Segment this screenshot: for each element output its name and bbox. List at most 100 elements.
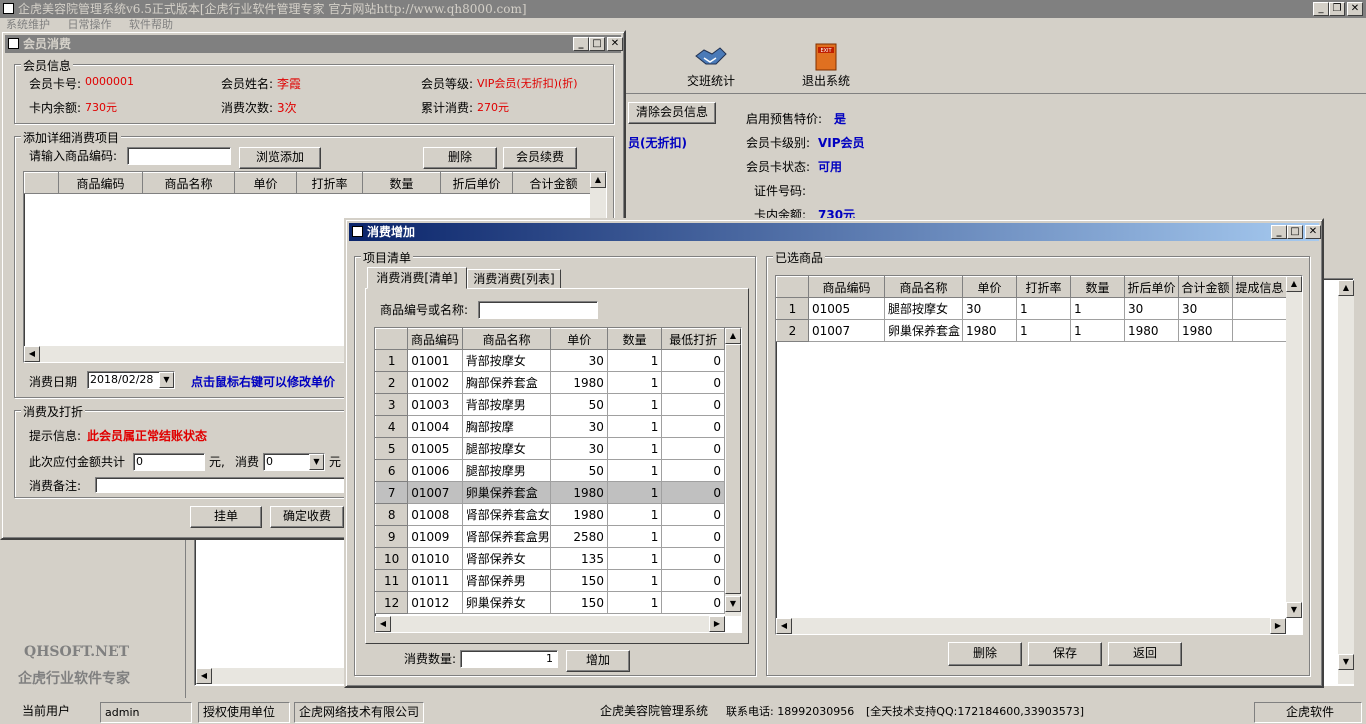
scroll-right-icon[interactable]: ▶ [709, 616, 725, 632]
column-header[interactable]: 打折率 [296, 172, 363, 194]
browse-add-button[interactable]: 浏览添加 [239, 147, 321, 169]
selected-hscroll[interactable]: ◀ ▶ [776, 618, 1286, 634]
scroll-down-icon[interactable]: ▼ [1286, 602, 1302, 618]
scroll-thumb[interactable] [725, 344, 741, 594]
table-row[interactable]: 4 01004 胸部按摩 30 1 0 [375, 415, 725, 438]
table-row[interactable]: 11 01011 肾部保养男 150 1 0 [375, 569, 725, 592]
minimize-button[interactable]: _ [573, 37, 589, 51]
background-list-vscroll[interactable]: ▲ ▼ [1338, 280, 1354, 684]
table-row[interactable]: 5 01005 腿部按摩女 30 1 0 [375, 437, 725, 460]
table-row[interactable]: 2 01002 胸部保养套盒 1980 1 0 [375, 371, 725, 394]
table-row[interactable]: 12 01012 卵巢保养女 150 1 0 [375, 591, 725, 614]
product-hscroll[interactable]: ◀ ▶ [375, 616, 725, 632]
restore-button[interactable]: ❐ [1329, 2, 1345, 16]
table-row[interactable]: 1 01005 腿部按摩女 30 1 1 30 30 [776, 297, 1287, 320]
scroll-right-icon[interactable]: ▶ [1270, 618, 1286, 634]
back-button[interactable]: 返回 [1108, 642, 1182, 666]
table-row[interactable]: 3 01003 背部按摩男 50 1 0 [375, 393, 725, 416]
minimize-button[interactable]: _ [1271, 225, 1287, 239]
column-header[interactable]: 商品编码 [58, 172, 143, 194]
scroll-up-icon[interactable]: ▲ [590, 172, 606, 188]
exit-tool[interactable]: EXIT 退出系统 [776, 42, 876, 92]
scroll-left-icon[interactable]: ◀ [776, 618, 792, 634]
background-list-hscroll[interactable]: ◀ [196, 668, 346, 684]
cell-qty: 1 [606, 349, 663, 372]
product-vscroll[interactable]: ▲ ▼ [725, 328, 741, 616]
selected-grid[interactable]: 商品编码 商品名称 单价 打折率 数量 折后单价 合计金额 提成信息 1 0100… [775, 275, 1303, 635]
member-dialog-title: 会员消费 [23, 37, 72, 51]
cell-code: 01003 [407, 393, 463, 416]
scroll-left-icon[interactable]: ◀ [375, 616, 391, 632]
close-button[interactable]: ✕ [1305, 225, 1321, 239]
scroll-up-icon[interactable]: ▲ [1338, 280, 1354, 296]
cell-code: 01012 [407, 591, 463, 614]
date-value: 2018/02/28 [90, 373, 154, 386]
column-header[interactable]: 商品名称 [884, 276, 963, 298]
column-header[interactable]: 折后单价 [440, 172, 513, 194]
column-header[interactable]: 提成信息 [1232, 276, 1287, 298]
current-user-label: 当前用户 [22, 704, 71, 718]
column-header[interactable]: 打折率 [1016, 276, 1071, 298]
product-grid[interactable]: 商品编码 商品名称 单价 数量 最低打折 1 01001 背部按摩女 30 1 0 2 010… [374, 327, 742, 633]
consume-select[interactable]: 0 ▼ [263, 453, 325, 471]
renew-button[interactable]: 会员续费 [503, 147, 577, 169]
close-button[interactable]: ✕ [607, 37, 623, 51]
save-button[interactable]: 保存 [1028, 642, 1102, 666]
maximize-button[interactable]: □ [1287, 225, 1303, 239]
table-row[interactable]: 10 01010 肾部保养女 135 1 0 [375, 547, 725, 570]
column-header[interactable]: 数量 [606, 328, 663, 350]
search-input[interactable] [478, 301, 598, 319]
tab-table-view[interactable]: 消费消费[列表] [467, 269, 561, 289]
scroll-left-icon[interactable]: ◀ [24, 346, 40, 362]
table-row[interactable]: 1 01001 背部按摩女 30 1 0 [375, 349, 725, 372]
amount-due-field[interactable]: 0 [133, 453, 205, 471]
project-list-group: 项目清单 消费消费[清单] 消费消费[列表] 商品编号或名称: 商品编码 商品名… [354, 249, 756, 676]
product-code-input[interactable] [127, 147, 231, 165]
column-header[interactable]: 商品编码 [808, 276, 885, 298]
selected-vscroll[interactable]: ▲ ▼ [1286, 276, 1302, 618]
clear-member-button[interactable]: 清除会员信息 [628, 102, 716, 124]
column-header[interactable]: 折后单价 [1124, 276, 1179, 298]
add-button[interactable]: 增加 [566, 650, 630, 672]
column-header[interactable]: 最低打折 [661, 328, 725, 350]
column-header[interactable]: 数量 [362, 172, 441, 194]
cell-code: 01005 [808, 297, 885, 320]
cell-disc: 1 [1016, 297, 1071, 320]
table-row[interactable]: 9 01009 肾部保养套盒男 2580 1 0 [375, 525, 725, 548]
cell-price: 30 [550, 415, 608, 438]
card-balance-value: 730元 [85, 101, 117, 114]
column-header[interactable]: 合计金额 [1178, 276, 1233, 298]
maximize-button[interactable]: □ [589, 37, 605, 51]
scroll-left-icon[interactable]: ◀ [196, 668, 212, 684]
table-row[interactable]: 8 01008 肾部保养套盒女 1980 1 0 [375, 503, 725, 526]
chevron-down-icon[interactable]: ▼ [309, 454, 324, 470]
confirm-charge-button[interactable]: 确定收费 [270, 506, 344, 528]
column-header[interactable]: 单价 [550, 328, 608, 350]
date-picker[interactable]: 2018/02/28 ▼ [87, 371, 175, 389]
main-window-title: 企虎美容院管理系统v6.5正式版本[企虎行业软件管理专家 官方网站http://… [18, 2, 527, 16]
column-header[interactable]: 单价 [962, 276, 1017, 298]
cell-qty: 1 [606, 569, 663, 592]
column-header[interactable]: 单价 [234, 172, 297, 194]
qty-input[interactable]: 1 [460, 650, 558, 668]
table-row[interactable]: 2 01007 卵巢保养套盒 1980 1 1 1980 1980 [776, 319, 1287, 342]
scroll-down-icon[interactable]: ▼ [1338, 654, 1354, 670]
table-row[interactable]: 7 01007 卵巢保养套盒 1980 1 0 [375, 481, 725, 504]
delete-selected-button[interactable]: 删除 [948, 642, 1022, 666]
column-header[interactable]: 数量 [1070, 276, 1125, 298]
table-row[interactable]: 6 01006 腿部按摩男 50 1 0 [375, 459, 725, 482]
column-header[interactable]: 商品名称 [461, 328, 552, 350]
hang-order-button[interactable]: 挂单 [190, 506, 262, 528]
column-header[interactable]: 商品名称 [142, 172, 235, 194]
scroll-up-icon[interactable]: ▲ [725, 328, 741, 344]
scroll-down-icon[interactable]: ▼ [725, 596, 741, 612]
scroll-up-icon[interactable]: ▲ [1286, 276, 1302, 292]
chevron-down-icon[interactable]: ▼ [159, 372, 174, 388]
shift-stats-tool[interactable]: 交班统计 [656, 42, 766, 92]
minimize-button[interactable]: _ [1313, 2, 1329, 16]
delete-item-button[interactable]: 删除 [423, 147, 497, 169]
column-header[interactable]: 合计金额 [512, 172, 595, 194]
column-header[interactable]: 商品编码 [407, 328, 463, 350]
tab-list-view[interactable]: 消费消费[清单] [367, 267, 467, 289]
close-button[interactable]: ✕ [1347, 2, 1363, 16]
